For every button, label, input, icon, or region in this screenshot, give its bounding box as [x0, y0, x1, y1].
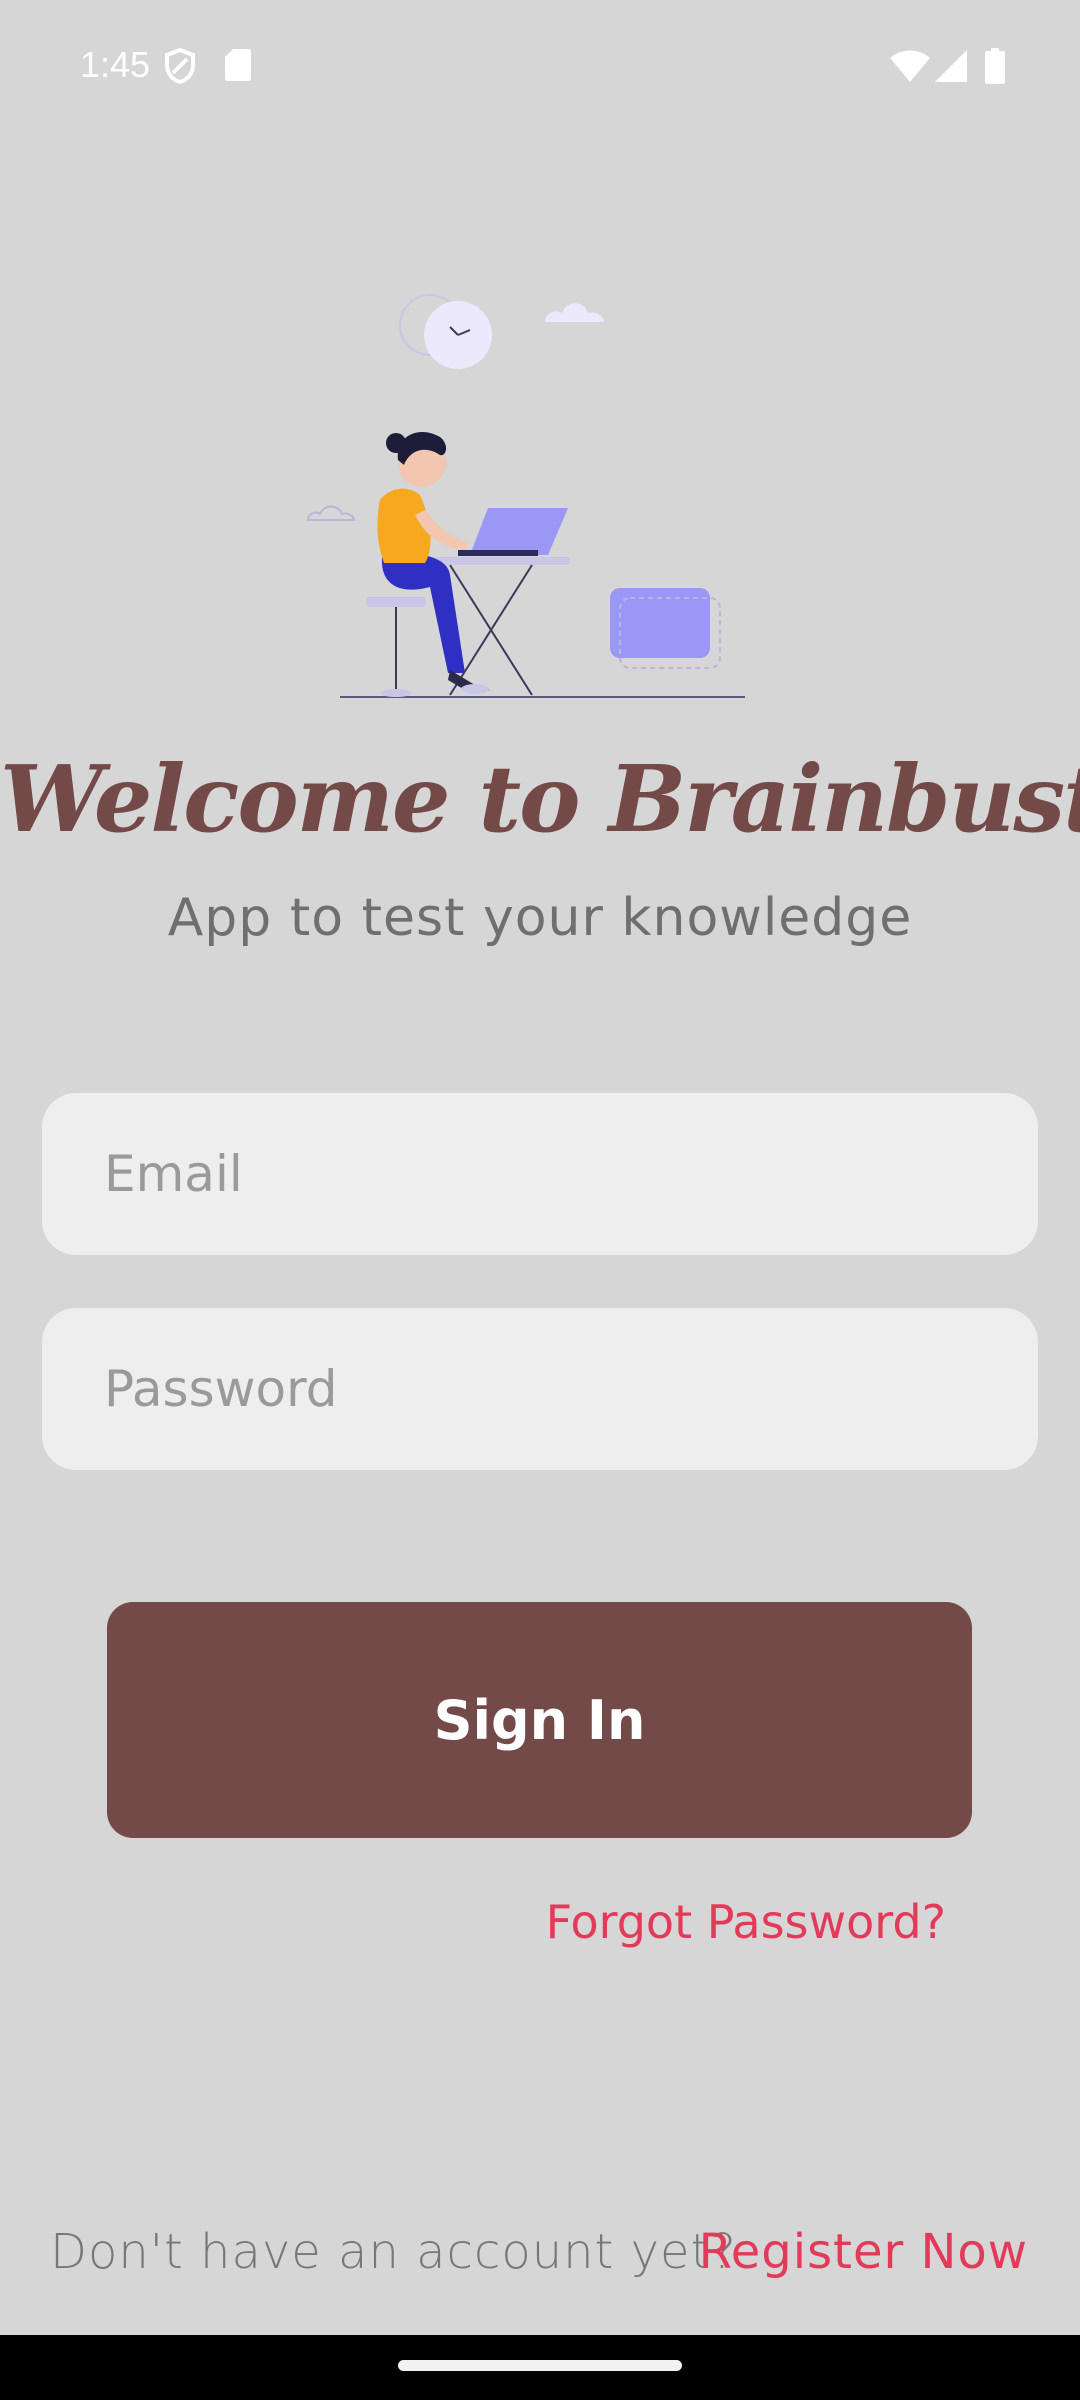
sd-card-icon [224, 48, 252, 86]
status-bar: 1:45 [0, 0, 1080, 134]
forgot-password-link[interactable]: Forgot Password? [546, 1895, 946, 1949]
status-time: 1:45 [80, 44, 151, 85]
cloud-icon [545, 303, 604, 322]
cloud-outline-icon [306, 505, 356, 521]
login-screen: 1:45 Welcome to Brainbus App to test you… [0, 0, 1080, 2400]
no-account-text: Don't have an account yet? [50, 2224, 737, 2280]
register-now-link[interactable]: Register Now [699, 2224, 1028, 2280]
email-input[interactable] [42, 1093, 1038, 1255]
wifi-icon [890, 50, 930, 86]
shield-icon [164, 47, 196, 88]
navigation-bar [0, 2335, 1080, 2400]
signal-icon [935, 50, 967, 86]
register-row: Don't have an account yet? Register Now [0, 2224, 1080, 2284]
home-indicator[interactable] [398, 2360, 682, 2371]
hero-illustration [300, 285, 750, 705]
sign-in-button[interactable]: Sign In [107, 1602, 972, 1838]
welcome-title: Welcome to Brainbuster [0, 745, 1080, 853]
battery-icon [985, 48, 1005, 88]
password-input[interactable] [42, 1308, 1038, 1470]
welcome-subtitle: App to test your knowledge [167, 888, 913, 948]
